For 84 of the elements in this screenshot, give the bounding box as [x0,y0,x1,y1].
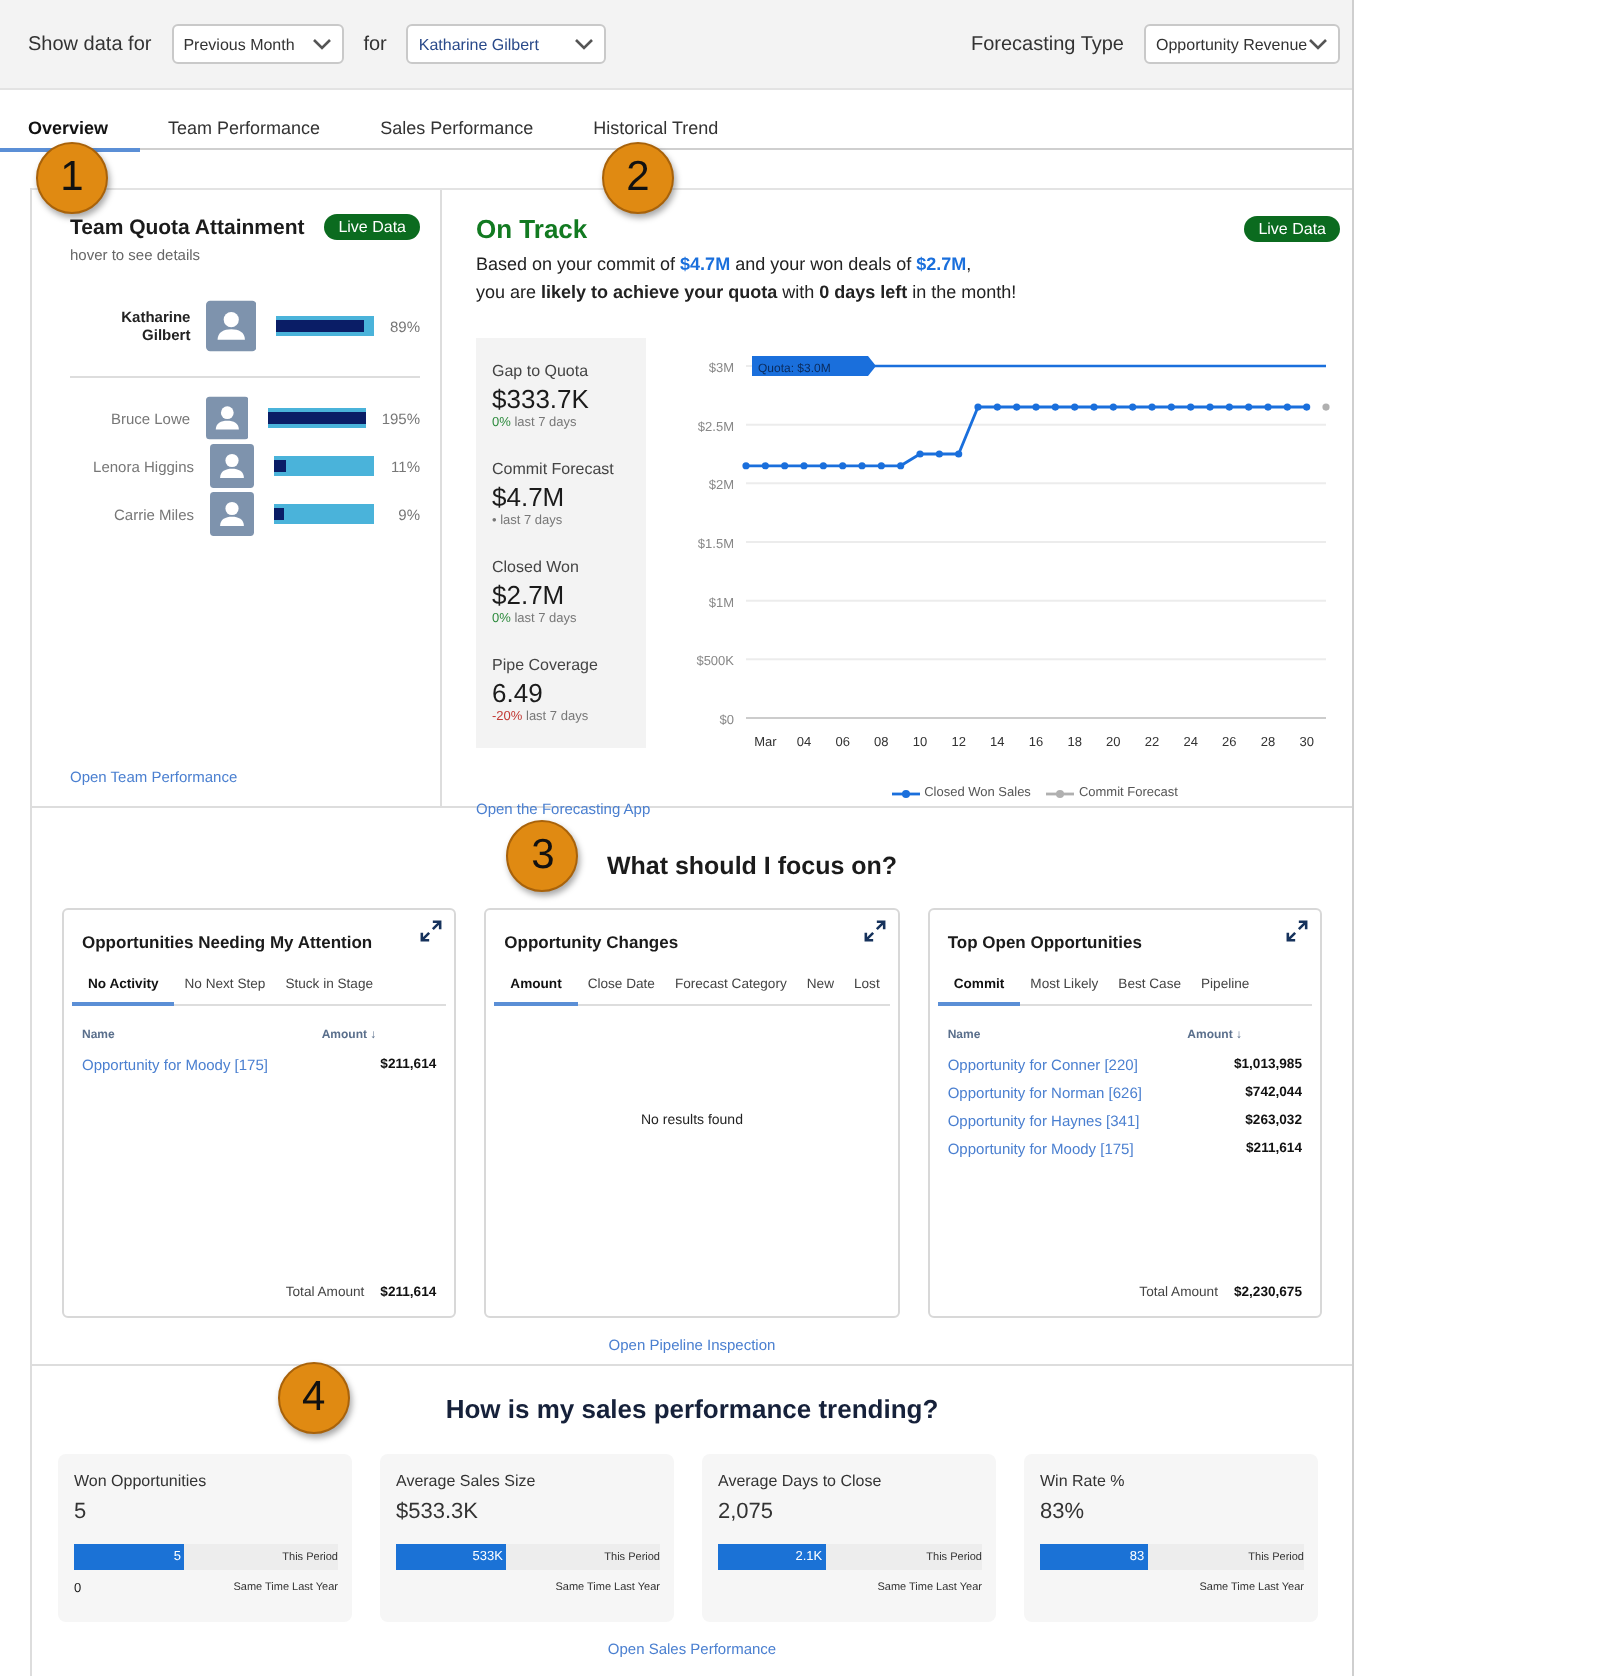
live-data-badge: Live Data [1244,216,1340,242]
chevron-down-icon [311,38,332,50]
tab[interactable]: Team Performance [140,117,353,151]
card-title: Opportunities Needing My Attention [82,932,373,952]
point [993,403,1001,411]
point [1187,403,1195,411]
point [1129,403,1137,411]
stat-label: Pipe Coverage [492,656,600,674]
stat-value: $333.7K [492,384,591,414]
section-heading: How is my sales performance trending? [445,1393,939,1423]
point [761,462,769,470]
metric-value: 83% [1040,1500,1087,1524]
point [800,462,808,470]
point [1071,403,1079,411]
card-title: Top Open Opportunities [947,932,1142,952]
metric-label: Average Sales Size [396,1472,538,1490]
metric-label: Average Days to Close [718,1472,884,1490]
chevron-down-icon [574,38,595,50]
point [1245,403,1253,411]
point [839,462,847,470]
panel-title: Team Quota Attainment [70,215,305,239]
metric-value: 5 [74,1500,89,1524]
stat-label: Gap to Quota [492,362,591,380]
dropdown[interactable]: Opportunity Revenue [1144,24,1340,64]
filter-label: Forecasting Type [970,33,1124,55]
point [1283,403,1291,411]
callout-number: 2 [602,142,674,214]
status-title: On Track [476,214,588,244]
callout-number: 4 [277,1362,350,1434]
avatar-icon [206,396,249,440]
callout-number: 1 [36,142,108,214]
point [858,462,866,470]
quota-bar [276,316,374,336]
filter-label: Show data for [28,33,152,55]
point [1225,403,1233,411]
metric-label: Win Rate % [1040,1472,1127,1490]
legend-line-icon [1046,787,1075,799]
point [877,462,885,470]
callout-number: 3 [506,820,579,892]
stat-value: $2.7M [492,580,567,610]
point [1090,403,1098,411]
tab[interactable]: Sales Performance [352,117,566,151]
stat-value: 6.49 [492,678,545,708]
filter-label: for [363,33,387,55]
quota-bar [274,504,374,524]
avatar-icon [206,300,257,352]
point [1264,403,1272,411]
point [781,462,789,470]
point [1148,403,1156,411]
point [1303,403,1311,411]
point [1206,403,1214,411]
point [1013,403,1021,411]
point [1167,403,1175,411]
expand-icon[interactable] [863,920,886,942]
chevron-down-icon [1308,38,1328,50]
card-title: Opportunity Changes [504,932,679,952]
point [1109,403,1117,411]
forecast-message: Based on your commit of $4.7M and your won deals of $2.7M, you are likely to achieve your quota with 0 days left in the month! [476,252,1019,306]
stat-label: Closed Won [492,558,581,576]
expand-icon[interactable] [1286,920,1308,942]
point [1032,403,1040,411]
avatar-icon [210,444,254,488]
point [897,462,905,470]
point [1051,403,1059,411]
section-heading: What should I focus on? [606,852,898,880]
legend-line-icon [892,787,921,799]
point [819,462,827,470]
point [974,403,982,411]
point [916,450,924,458]
metric-value: $533.3K [396,1500,480,1524]
point [742,462,750,470]
metric-label: Won Opportunities [74,1472,209,1490]
dropdown[interactable]: Previous Month [171,24,344,64]
point [955,450,963,458]
quota-bar [274,456,374,476]
expand-icon[interactable] [420,920,443,942]
avatar-icon [210,492,254,536]
stat-value: $4.7M [492,482,567,512]
point [935,450,943,458]
stat-label: Commit Forecast [492,460,616,478]
quota-bar [268,408,366,428]
dropdown[interactable]: Katharine Gilbert [406,24,607,64]
metric-value: 2,075 [718,1500,776,1524]
live-data-badge: Live Data [324,214,420,240]
